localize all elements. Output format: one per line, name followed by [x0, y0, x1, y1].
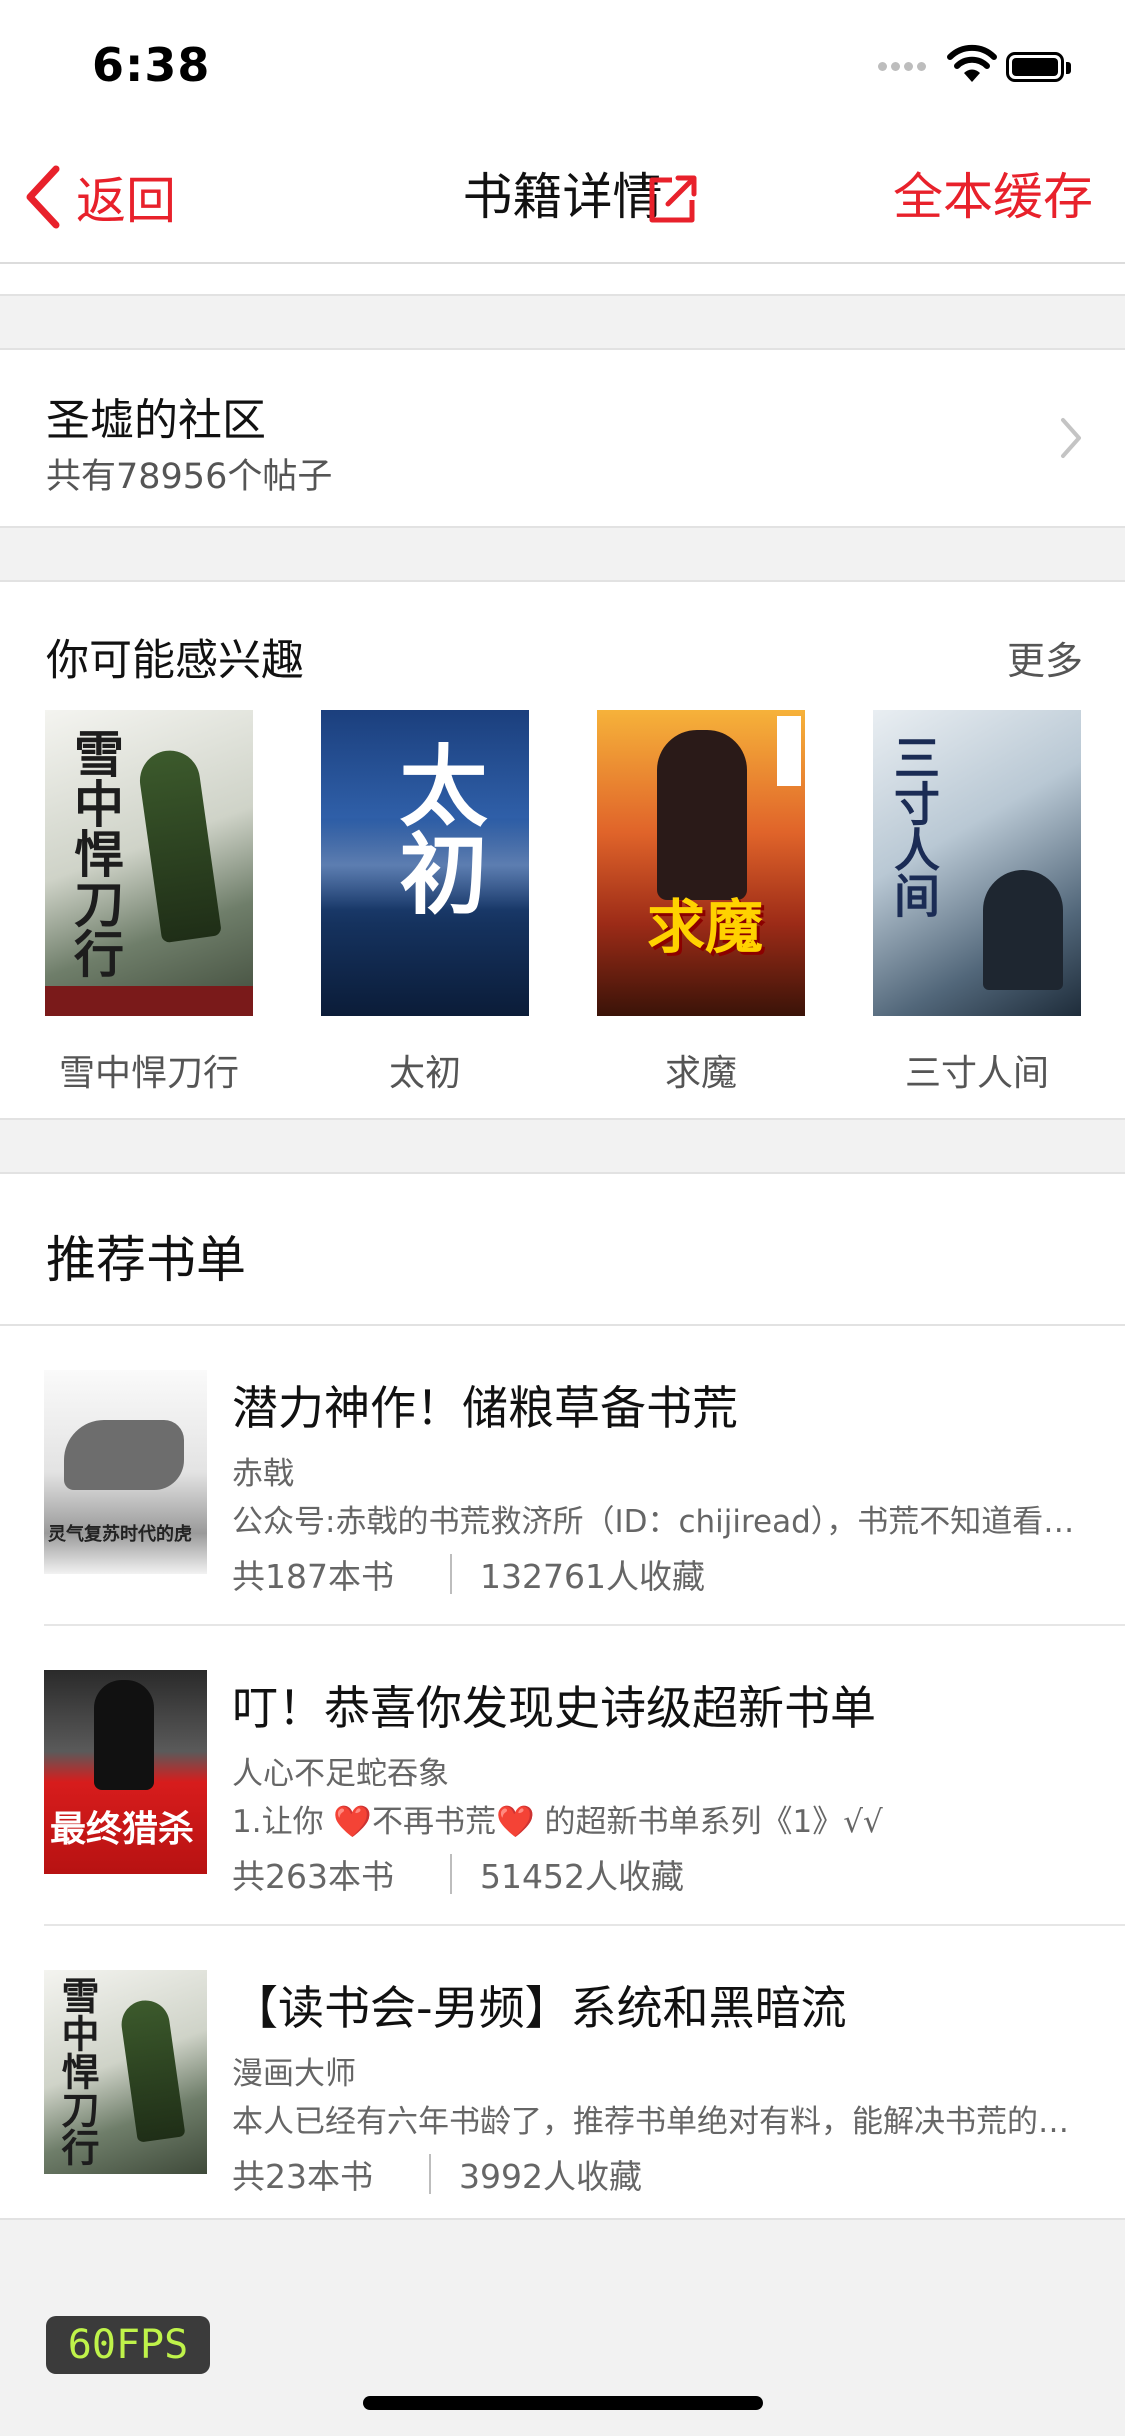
battery-icon: [1006, 52, 1072, 86]
book-cover: 雪中悍刀行: [45, 710, 253, 1016]
book-list-cover: 灵气复苏时代的虎: [44, 1370, 207, 1574]
fps-counter: 60FPS: [46, 2316, 210, 2374]
home-indicator[interactable]: [363, 2396, 763, 2410]
book-list-stats: 共23本书 3992人收藏: [232, 2150, 642, 2198]
book-list-description: 公众号:赤戟的书荒救济所（ID：chijiread），书荒不知道看什么书的朋友可…: [232, 1504, 1098, 1540]
book-cover-text: 雪中悍刀行: [66, 728, 124, 978]
wifi-icon: [947, 44, 997, 82]
more-button[interactable]: 更多: [1007, 630, 1083, 685]
book-card[interactable]: 求魔 求魔: [597, 710, 805, 1096]
book-list-cover: 雪中悍刀行: [44, 1970, 207, 2174]
chevron-right-icon: [1061, 418, 1081, 458]
book-count: 共23本书: [232, 2157, 373, 2196]
book-cover: 三寸人间: [873, 710, 1081, 1016]
book-list-description: 1.让你 ❤️不再书荒❤️ 的超新书单系列《1》√√: [232, 1804, 883, 1840]
book-count: 共263本书: [232, 1857, 394, 1896]
divider: [450, 1854, 452, 1894]
book-card[interactable]: 雪中悍刀行 雪中悍刀行: [45, 710, 253, 1096]
community-post-count: 共有78956个帖子: [46, 457, 333, 497]
book-cover-text: 太初: [385, 740, 488, 916]
community-name: 圣墟的社区: [46, 395, 266, 446]
interest-title: 你可能感兴趣: [46, 636, 304, 686]
book-cover-text: 三寸人间: [887, 734, 941, 918]
cellular-signal-icon: [878, 62, 932, 76]
book-list-item[interactable]: 雪中悍刀行 【读书会-男频】系统和黑暗流 漫画大师 本人已经有六年书龄了，推荐书…: [0, 1926, 1125, 2226]
book-list-author: 人心不足蛇吞象: [232, 1756, 449, 1792]
book-list-item[interactable]: 灵气复苏时代的虎 潜力神作！储粮草备书荒 赤戟 公众号:赤戟的书荒救济所（ID：…: [0, 1326, 1125, 1626]
book-title: 求魔: [664, 1053, 737, 1094]
book-title: 太初: [388, 1053, 461, 1094]
book-cover: 求魔: [597, 710, 805, 1016]
recommend-title: 推荐书单: [46, 1231, 246, 1289]
book-list-author: 赤戟: [232, 1456, 294, 1492]
scrolled-content-edge: [0, 264, 1125, 296]
book-list-cover-text: 雪中悍刀行: [55, 1976, 99, 2166]
favorite-count: 132761人收藏: [480, 1557, 705, 1596]
book-list-author: 漫画大师: [232, 2056, 356, 2092]
navigation-bar: 返回 书籍详情 全本缓存: [0, 132, 1125, 264]
book-list-cover: 最终猎杀: [44, 1670, 207, 1874]
community-row[interactable]: 圣墟的社区 共有78956个帖子: [0, 348, 1125, 528]
book-title: 三寸人间: [904, 1053, 1049, 1094]
book-list-cover-text: 灵气复苏时代的虎: [48, 1524, 192, 1545]
status-time: 6:38: [92, 38, 211, 92]
favorite-count: 51452人收藏: [480, 1857, 684, 1896]
book-title: 雪中悍刀行: [58, 1053, 239, 1094]
status-bar: 6:38: [0, 0, 1125, 132]
book-card[interactable]: 三寸人间 三寸人间: [873, 710, 1081, 1096]
favorite-count: 3992人收藏: [459, 2157, 642, 2196]
book-list-stats: 共187本书 132761人收藏: [232, 1550, 705, 1598]
book-list-item[interactable]: 最终猎杀 叮！恭喜你发现史诗级超新书单 人心不足蛇吞象 1.让你 ❤️不再书荒❤…: [0, 1626, 1125, 1926]
book-list-title: 叮！恭喜你发现史诗级超新书单: [232, 1681, 876, 1735]
divider: [429, 2154, 431, 2194]
book-list-title: 【读书会-男频】系统和黑暗流: [232, 1981, 847, 2035]
interest-section: 你可能感兴趣 更多 雪中悍刀行 雪中悍刀行 太初 太初 求魔 求魔 三寸人间 三…: [0, 580, 1125, 1120]
recommend-section: 推荐书单 灵气复苏时代的虎 潜力神作！储粮草备书荒 赤戟 公众号:赤戟的书荒救济…: [0, 1172, 1125, 2220]
book-list-description: 本人已经有六年书龄了，推荐书单绝对有料，能解决书荒的苦恼，欢迎收藏: [232, 2104, 1098, 2140]
book-list-title: 潜力神作！储粮草备书荒: [232, 1381, 738, 1435]
book-count: 共187本书: [232, 1557, 394, 1596]
book-list-cover-text: 最终猎杀: [50, 1809, 195, 1850]
cache-all-button[interactable]: 全本缓存: [893, 164, 1093, 230]
book-list-stats: 共263本书 51452人收藏: [232, 1850, 684, 1898]
book-card[interactable]: 太初 太初: [321, 710, 529, 1096]
book-cover: 太初: [321, 710, 529, 1016]
book-cover-text: 求魔: [647, 893, 764, 961]
divider: [450, 1554, 452, 1594]
share-icon[interactable]: [646, 172, 700, 226]
